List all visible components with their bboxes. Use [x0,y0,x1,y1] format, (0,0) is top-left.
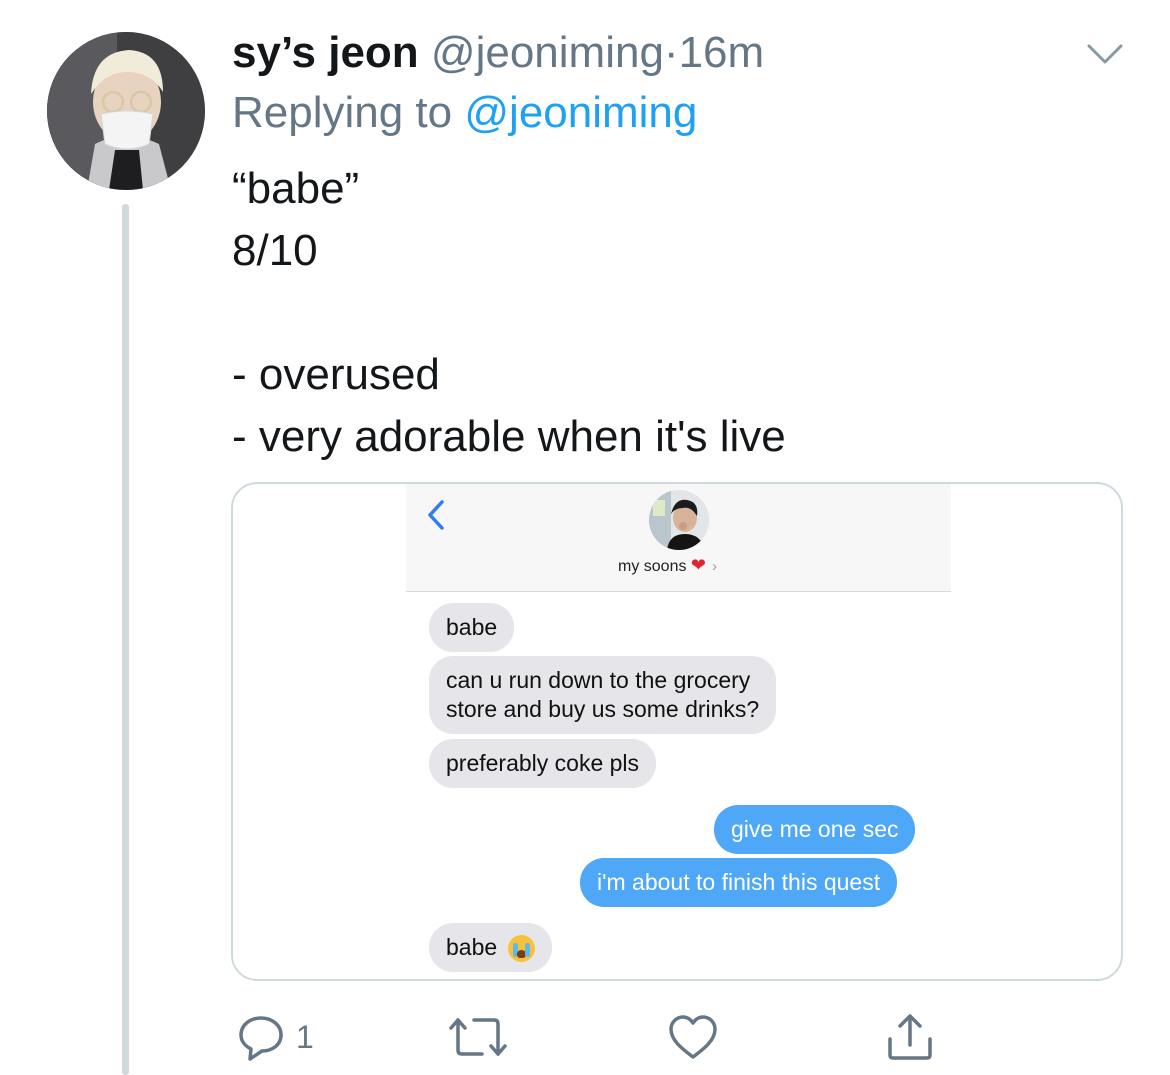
message-bubble-incoming: babe [429,603,515,652]
tweet-text: “babe” 8/10 - overused - very adorable w… [232,158,786,468]
contact-avatar-photo [649,490,709,550]
timestamp[interactable]: 16m [679,28,765,77]
tweet-text-line: 8/10 [232,226,318,275]
message-text: babe [446,614,498,640]
message-text: give me one sec [731,816,899,842]
profile-avatar[interactable] [47,32,205,190]
speech-bubble-icon [236,1012,286,1062]
message-bubble-outgoing: give me one sec [714,805,916,854]
bubble-tail [883,889,904,907]
like-button[interactable] [667,1010,719,1064]
tweet-text-line [232,282,786,344]
contact-name-button[interactable]: my soons ❤ › [618,554,717,578]
tweet-text-line: “babe” [232,164,360,213]
crying-face-emoji-icon [507,935,535,963]
retweet-arrows-icon [448,1012,508,1062]
message-bubble-incoming: can u run down to the grocery store and … [429,656,777,734]
message-bubble-incoming: preferably coke pls [423,739,657,788]
bubble-tail [423,770,443,788]
back-chevron-icon[interactable] [424,498,448,532]
reply-count: 1 [296,1018,314,1055]
share-button[interactable] [884,1010,936,1064]
bubble-tail [423,954,443,973]
replying-to-mention[interactable]: @jeoniming [464,88,697,137]
user-handle[interactable]: @jeoniming [431,28,664,77]
imessage-header: my soons ❤ › [406,484,951,592]
media-image[interactable]: my soons ❤ › babe can u run down to the g… [231,482,1123,981]
message-text: can u run down to the grocery [446,667,751,693]
message-text: i'm about to finish this quest [597,869,881,895]
message-text: store and buy us some drinks? [446,696,760,722]
message-bubble-incoming: babe [423,923,552,973]
message-text: babe [446,934,498,960]
contact-name: my soons [618,558,687,575]
tweet-text-line: - very adorable when it's live [232,412,786,461]
replying-to: Replying to @jeoniming [232,84,697,142]
display-name[interactable]: sy’s jeon [232,28,419,77]
heart-icon [667,1012,719,1062]
thread-line [122,204,129,1075]
reply-button[interactable]: 1 [236,1010,314,1064]
share-upload-icon [884,1011,936,1063]
retweet-button[interactable] [448,1010,508,1064]
tweet-text-line: - overused [232,350,440,399]
heart-emoji-icon: ❤ [690,555,707,575]
tweet-reply: sy’s jeon @jeoniming·16m Replying to @je… [0,0,1170,1075]
contact-avatar[interactable] [649,490,709,550]
chevron-right-icon: › [712,558,718,575]
message-bubble-outgoing: i'm about to finish this quest [580,858,904,907]
chevron-down-icon[interactable] [1083,36,1127,72]
replying-to-label: Replying to [232,88,453,137]
separator-dot: · [663,28,679,77]
tweet-header: sy’s jeon @jeoniming·16m [232,24,764,82]
message-text: preferably coke pls [446,750,640,776]
avatar-photo [47,32,205,190]
